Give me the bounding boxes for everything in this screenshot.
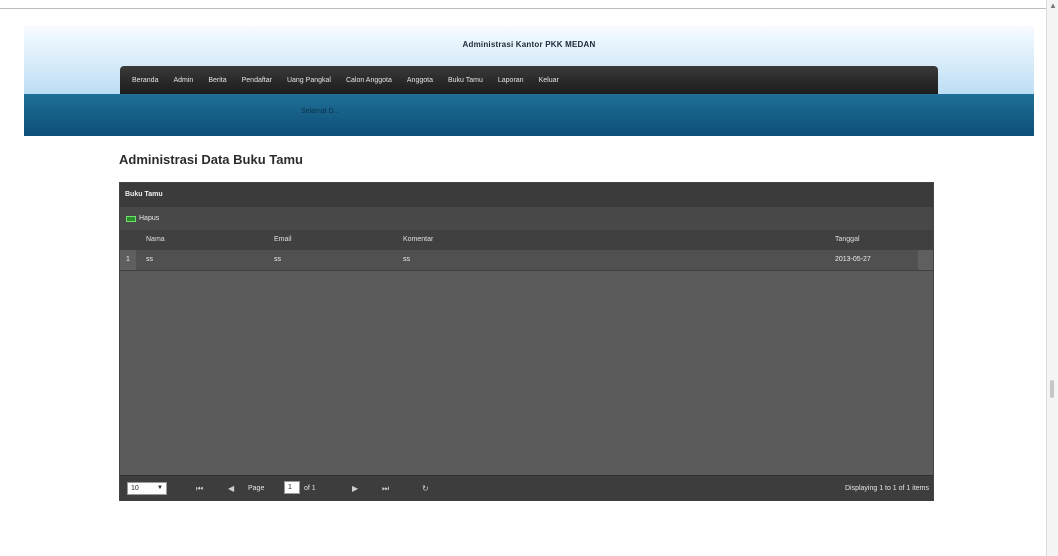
cell-email: ss (274, 256, 281, 263)
table-row[interactable]: 1 ss ss ss 2013-05-27 (120, 250, 933, 271)
delete-button-label: Hapus (139, 215, 160, 222)
column-header-email[interactable]: Email (274, 230, 292, 250)
header-subbar: Selamat D... (24, 94, 1034, 136)
main-navbar: Beranda Admin Berita Pendaftar Uang Pang… (120, 66, 938, 94)
greeting-text: Selamat D... (301, 108, 340, 115)
grid-toolbar: Hapus (120, 207, 933, 230)
scroll-up-arrow-icon[interactable]: ▲ (1049, 2, 1057, 10)
grid-title: Buku Tamu (120, 183, 933, 207)
refresh-icon[interactable]: ↻ (422, 482, 429, 495)
column-header-komentar[interactable]: Komentar (403, 230, 433, 250)
nav-item-berita[interactable]: Berita (208, 77, 226, 84)
pagination-info: Displaying 1 to 1 of 1 items (844, 485, 929, 492)
nav-item-calon-anggota[interactable]: Calon Anggota (346, 77, 392, 84)
grid-pager: 10 ▼ ⏮ ◀ Page 1 of 1 ▶ ⏭ ↻ Displaying 1 … (120, 475, 933, 501)
cell-komentar: ss (403, 256, 410, 263)
scrollbar-thumb[interactable] (1050, 380, 1054, 398)
nav-item-admin[interactable]: Admin (173, 77, 193, 84)
cell-tanggal: 2013-05-27 (835, 256, 871, 263)
column-header-nama[interactable]: Nama (146, 230, 165, 250)
site-header: Administrasi Kantor PKK MEDAN Beranda Ad… (24, 26, 1034, 136)
first-page-icon[interactable]: ⏮ (196, 482, 203, 495)
nav-item-laporan[interactable]: Laporan (498, 77, 524, 84)
nav-item-beranda[interactable]: Beranda (132, 77, 158, 84)
page-label: Page (248, 485, 265, 492)
nav-item-buku-tamu[interactable]: Buku Tamu (448, 77, 483, 84)
prev-page-icon[interactable]: ◀ (228, 482, 234, 495)
next-page-icon[interactable]: ▶ (352, 482, 358, 495)
page-count-label: of 1 (304, 485, 316, 492)
page-size-value: 10 (131, 485, 139, 492)
vertical-scrollbar[interactable] (1046, 0, 1058, 556)
column-header-tanggal[interactable]: Tanggal (835, 230, 860, 250)
minus-icon (126, 215, 136, 222)
page-title: Administrasi Data Buku Tamu (119, 152, 303, 167)
nav-item-keluar[interactable]: Keluar (539, 77, 559, 84)
last-page-icon[interactable]: ⏭ (382, 482, 389, 495)
nav-item-uang-pangkal[interactable]: Uang Pangkal (287, 77, 331, 84)
grid-header-row: Nama Email Komentar Tanggal (120, 230, 933, 250)
page-number-input[interactable]: 1 (284, 481, 300, 494)
nav-item-pendaftar[interactable]: Pendaftar (242, 77, 272, 84)
buku-tamu-datagrid: Buku Tamu Hapus Nama Email Komentar Tang… (119, 182, 934, 501)
row-number: 1 (120, 250, 136, 270)
delete-button[interactable]: Hapus (126, 212, 159, 225)
site-title: Administrasi Kantor PKK MEDAN (462, 40, 596, 49)
row-end-cell (918, 250, 933, 270)
nav-item-anggota[interactable]: Anggota (407, 77, 433, 84)
chevron-down-icon: ▼ (157, 485, 163, 491)
page-size-select[interactable]: 10 ▼ (127, 482, 167, 495)
cell-nama: ss (146, 256, 153, 263)
window-top-border (0, 8, 1046, 9)
